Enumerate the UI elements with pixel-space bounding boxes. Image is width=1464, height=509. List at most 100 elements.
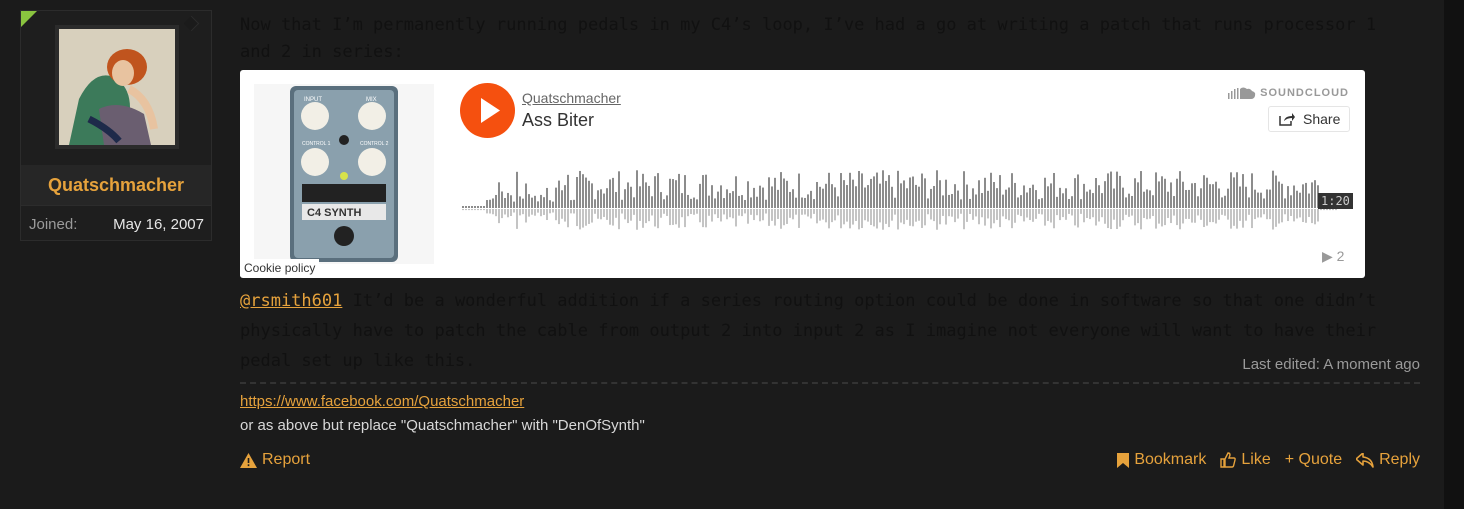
waveform-reflection-bar	[927, 209, 929, 215]
waveform-bar	[633, 197, 635, 208]
waveform-reflection-bar	[834, 209, 836, 221]
last-edited-note: Last edited: A moment ago	[1242, 356, 1420, 373]
waveform-bar	[1170, 182, 1172, 208]
waveform-bar	[1104, 181, 1106, 208]
waveform-bar	[1059, 187, 1061, 208]
waveform-reflection-bar	[504, 209, 506, 215]
waveform-bar	[1236, 172, 1238, 208]
waveform-reflection-bar	[1248, 209, 1250, 215]
waveform-reflection-bar	[1164, 209, 1166, 226]
track-artwork[interactable]: INPUT MIX CONTROL 1 CONTROL 2 C4 SYNTH	[254, 84, 434, 264]
waveform-bar	[807, 194, 809, 208]
soundcloud-embed[interactable]: INPUT MIX CONTROL 1 CONTROL 2 C4 SYNTH C…	[240, 70, 1365, 278]
username-link[interactable]: Quatschmacher	[48, 175, 184, 195]
avatar[interactable]	[55, 25, 179, 149]
bookmark-button[interactable]: Bookmark	[1117, 451, 1206, 469]
waveform-reflection-bar	[534, 209, 536, 216]
waveform-bar	[882, 170, 884, 208]
waveform-reflection-bar	[759, 209, 761, 222]
waveform-reflection-bar	[603, 209, 605, 217]
waveform-reflection-bar	[540, 209, 542, 217]
waveform-bar	[564, 185, 566, 208]
track-artist-link[interactable]: Quatschmacher	[522, 90, 621, 106]
waveform-bar	[906, 188, 908, 208]
waveform-bar	[750, 197, 752, 208]
waveform-bar	[945, 179, 947, 208]
waveform-reflection-bar	[900, 209, 902, 223]
waveform-bar	[513, 201, 515, 208]
like-button[interactable]: Like	[1220, 451, 1271, 469]
waveform-reflection-bar	[525, 209, 527, 223]
waveform-bar	[1248, 197, 1250, 208]
waveform-reflection-bar	[1230, 209, 1232, 229]
waveform-reflection-bar	[840, 209, 842, 229]
waveform-bar	[1215, 181, 1217, 208]
soundcloud-logo[interactable]: SOUNDCLOUD	[1228, 86, 1349, 100]
report-action[interactable]: Report	[240, 451, 310, 473]
cookie-policy-link[interactable]: Cookie policy	[240, 259, 320, 277]
waveform-reflection-bar	[1260, 209, 1262, 218]
waveform-bar	[1143, 191, 1145, 208]
waveform-bar	[708, 195, 710, 208]
waveform-bar	[1089, 189, 1091, 208]
waveform-reflection-bar	[996, 209, 998, 220]
waveform-reflection-bar	[942, 209, 944, 216]
waveform-bar	[1206, 177, 1208, 208]
waveform-reflection-bar	[1131, 209, 1133, 216]
signature-divider	[240, 382, 1420, 384]
waveform-bar	[999, 175, 1001, 208]
waveform-reflection-bar	[687, 209, 689, 217]
reply-button[interactable]: Reply	[1356, 451, 1420, 469]
waveform-reflection-bar	[954, 209, 956, 223]
waveform-bar	[810, 190, 812, 208]
waveform-bar	[1140, 171, 1142, 208]
waveform-bar	[1176, 178, 1178, 208]
waveform-reflection-bar	[969, 209, 971, 214]
waveform-bar	[909, 177, 911, 208]
waveform-reflection-bar	[486, 209, 488, 214]
waveform-reflection-bar	[657, 209, 659, 229]
waveform-bar	[555, 187, 557, 208]
waveform-reflection-bar	[738, 209, 740, 216]
waveform-bar	[1188, 189, 1190, 208]
track-title[interactable]: Ass Biter	[522, 110, 594, 131]
waveform-bar	[1185, 189, 1187, 208]
waveform-bar	[549, 200, 551, 208]
signature-link[interactable]: https://www.facebook.com/Quatschmacher	[240, 393, 524, 410]
waveform-bar	[1242, 174, 1244, 208]
waveform-reflection-bar	[1221, 209, 1223, 215]
username-bar: Quatschmacher	[21, 165, 211, 205]
waveform-reflection-bar	[642, 209, 644, 228]
waveform-reflection-bar	[462, 209, 464, 211]
joined-date: May 16, 2007	[113, 216, 204, 233]
waveform-bar	[843, 180, 845, 208]
waveform[interactable]	[462, 154, 1342, 234]
reply-label: Reply	[1379, 451, 1420, 468]
waveform-bar	[567, 174, 569, 208]
waveform-reflection-bar	[912, 209, 914, 227]
play-button[interactable]	[460, 83, 515, 138]
waveform-bar	[561, 190, 563, 208]
waveform-reflection-bar	[630, 209, 632, 221]
waveform-bar	[576, 177, 578, 208]
waveform-reflection-bar	[1110, 209, 1112, 230]
avatar-image	[59, 29, 175, 145]
waveform-bar	[1272, 170, 1274, 208]
waveform-reflection-bar	[483, 209, 485, 211]
waveform-reflection-bar	[1275, 209, 1277, 227]
waveform-reflection-bar	[1314, 209, 1316, 225]
waveform-bar	[672, 179, 674, 208]
waveform-reflection-bar	[672, 209, 674, 225]
waveform-reflection-bar	[1239, 209, 1241, 221]
waveform-reflection-bar	[783, 209, 785, 226]
waveform-bar	[1077, 174, 1079, 208]
user-mention-link[interactable]: @rsmith601	[240, 291, 342, 311]
waveform-bar	[1068, 199, 1070, 208]
waveform-bar	[1155, 172, 1157, 208]
quote-button[interactable]: + Quote	[1285, 451, 1342, 469]
waveform-bar	[960, 199, 962, 208]
share-button[interactable]: Share	[1268, 106, 1350, 132]
waveform-reflection-bar	[1194, 209, 1196, 223]
waveform-reflection-bar	[660, 209, 662, 218]
waveform-reflection-bar	[708, 209, 710, 216]
